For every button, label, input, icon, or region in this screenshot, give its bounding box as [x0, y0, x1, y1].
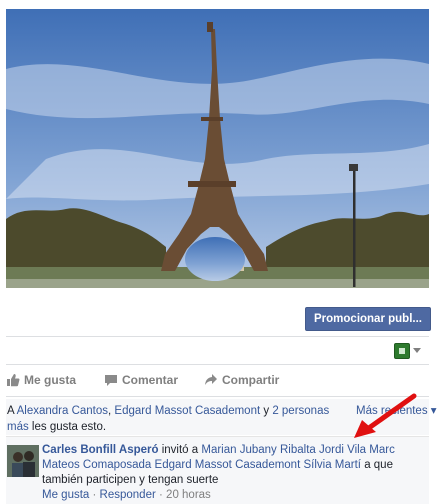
comment-meta: Me gusta · Responder · 20 horas — [42, 489, 211, 501]
thumbs-up-icon — [7, 374, 20, 387]
comment-icon — [105, 375, 117, 386]
facebook-post-card: Promocionar publ... Me gusta Comentar Co… — [0, 0, 441, 504]
like-label: Me gusta — [24, 373, 77, 387]
meta-separator: · — [89, 489, 100, 501]
chevron-down-icon — [413, 348, 421, 353]
tagged-user-link[interactable]: Marian Jubany Ribalta — [201, 444, 315, 456]
likes-text: A Alexandra Cantos, Edgard Massot Casade… — [7, 403, 347, 435]
likes-separator: y — [260, 405, 273, 417]
promote-post-button[interactable]: Promocionar publ... — [305, 307, 431, 331]
share-arrow-icon — [205, 374, 217, 385]
group-audience-icon — [394, 343, 410, 359]
avatar[interactable] — [7, 445, 39, 477]
liker-link[interactable]: Edgard Massot Casademont — [114, 405, 260, 417]
comment-verb: invitó a — [158, 444, 202, 456]
eiffel-tower-photo[interactable] — [6, 9, 429, 288]
comment-like-link[interactable]: Me gusta — [42, 489, 89, 501]
promote-area: Promocionar publ... — [0, 296, 441, 334]
likes-suffix: les gusta esto. — [28, 421, 107, 433]
divider — [6, 364, 429, 365]
meta-separator: · — [155, 489, 167, 501]
audience-selector[interactable] — [394, 343, 428, 359]
tagged-user-link[interactable]: Edgard Massot Casademont — [155, 459, 301, 471]
comment-label: Comentar — [122, 373, 179, 387]
post-actions: Me gusta Comentar Compartir — [6, 368, 429, 392]
share-label: Compartir — [222, 373, 280, 387]
liker-link[interactable]: Alexandra Cantos — [17, 405, 108, 417]
comment-reply-link[interactable]: Responder — [100, 489, 156, 501]
red-arrow-annotation — [354, 393, 417, 438]
comment-author-link[interactable]: Carles Bonfill Asperó — [42, 444, 159, 456]
divider — [6, 336, 429, 337]
tagged-user-link[interactable]: Sílvia Martí — [303, 459, 361, 471]
comment-item: Carles Bonfill Asperó invitó a Marian Ju… — [6, 436, 429, 504]
chevron-down-icon: ▾ — [427, 405, 437, 417]
likes-prefix: A — [7, 405, 17, 417]
comment-timestamp: 20 horas — [166, 489, 211, 501]
comment-text: Carles Bonfill Asperó invitó a Marian Ju… — [42, 443, 422, 488]
tagged-user-link[interactable]: Comaposada — [83, 459, 151, 471]
